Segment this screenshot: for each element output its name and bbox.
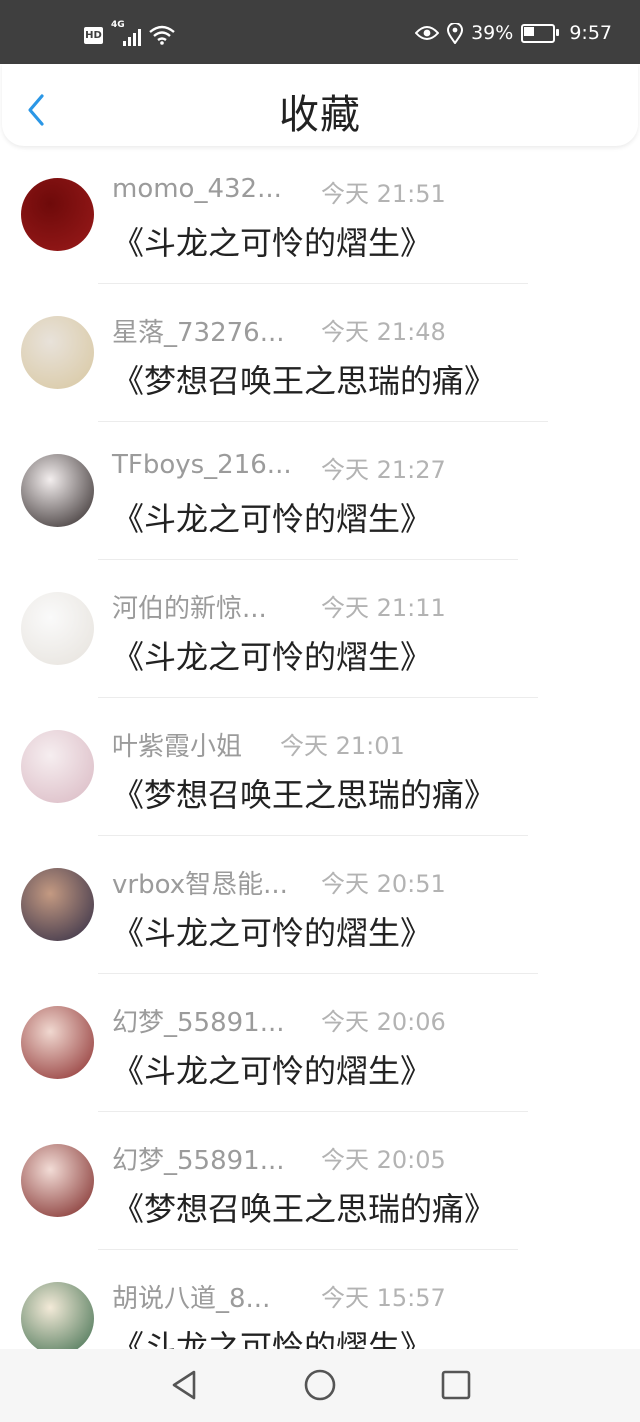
user-name: 胡说八道_8... bbox=[112, 1284, 271, 1314]
timestamp: 今天 21:51 bbox=[321, 180, 446, 208]
system-nav-bar bbox=[0, 1349, 640, 1422]
avatar[interactable] bbox=[21, 1282, 94, 1355]
list-item[interactable]: vrbox智恳能... 今天 20:51 《斗龙之可怜的熠生》 bbox=[0, 836, 640, 974]
avatar[interactable] bbox=[21, 1006, 94, 1079]
list-item[interactable]: 星落_73276... 今天 21:48 《梦想召唤王之思瑞的痛》 bbox=[0, 284, 640, 422]
timestamp: 今天 21:48 bbox=[321, 318, 446, 346]
user-name: 幻梦_55891... bbox=[112, 1146, 285, 1176]
timestamp: 今天 21:27 bbox=[321, 456, 446, 484]
list-item[interactable]: 幻梦_55891... 今天 20:05 《梦想召唤王之思瑞的痛》 bbox=[0, 1112, 640, 1250]
list-item[interactable]: 河伯的新惊... 今天 21:11 《斗龙之可怜的熠生》 bbox=[0, 560, 640, 698]
timestamp: 今天 15:57 bbox=[321, 1284, 446, 1312]
user-name: 幻梦_55891... bbox=[112, 1008, 285, 1038]
status-left: HD 4G bbox=[84, 20, 175, 46]
user-name: 叶紫霞小姐 bbox=[112, 732, 243, 762]
book-title[interactable]: 《斗龙之可怜的熠生》 bbox=[112, 908, 432, 954]
avatar[interactable] bbox=[21, 454, 94, 527]
timestamp: 今天 20:51 bbox=[321, 870, 446, 898]
timestamp: 今天 21:01 bbox=[280, 732, 405, 760]
nav-back-button[interactable] bbox=[166, 1367, 202, 1403]
book-title[interactable]: 《斗龙之可怜的熠生》 bbox=[112, 494, 432, 540]
timestamp: 今天 21:11 bbox=[321, 594, 446, 622]
book-title[interactable]: 《梦想召唤王之思瑞的痛》 bbox=[112, 1184, 496, 1230]
user-name: TFboys_216... bbox=[112, 450, 292, 480]
avatar[interactable] bbox=[21, 592, 94, 665]
nav-recents-button[interactable] bbox=[438, 1367, 474, 1403]
screen: HD 4G 39% 9:57 收藏 momo_432... 今天 21:51 《… bbox=[0, 0, 640, 1422]
hd-badge: HD bbox=[84, 26, 103, 44]
list-item[interactable]: 幻梦_55891... 今天 20:06 《斗龙之可怜的熠生》 bbox=[0, 974, 640, 1112]
book-title[interactable]: 《梦想召唤王之思瑞的痛》 bbox=[112, 770, 496, 816]
status-right: 39% 9:57 bbox=[415, 22, 612, 44]
signal-icon: 4G bbox=[111, 20, 141, 46]
eye-icon bbox=[415, 26, 440, 40]
book-title[interactable]: 《斗龙之可怜的熠生》 bbox=[112, 218, 432, 264]
timestamp: 今天 20:06 bbox=[321, 1008, 446, 1036]
triangle-back-icon bbox=[172, 1370, 196, 1400]
nav-home-button[interactable] bbox=[302, 1367, 338, 1403]
user-name: 星落_73276... bbox=[112, 318, 285, 348]
wifi-icon bbox=[149, 25, 175, 45]
battery-percent: 39% bbox=[471, 22, 514, 44]
user-name: momo_432... bbox=[112, 174, 282, 204]
favorites-list: momo_432... 今天 21:51 《斗龙之可怜的熠生》 星落_73276...… bbox=[0, 146, 640, 1388]
timestamp: 今天 20:05 bbox=[321, 1146, 446, 1174]
avatar[interactable] bbox=[21, 316, 94, 389]
list-item[interactable]: momo_432... 今天 21:51 《斗龙之可怜的熠生》 bbox=[0, 146, 640, 284]
status-bar: HD 4G 39% 9:57 bbox=[0, 0, 640, 64]
avatar[interactable] bbox=[21, 1144, 94, 1217]
location-icon bbox=[447, 22, 464, 44]
page-title: 收藏 bbox=[279, 92, 361, 138]
book-title[interactable]: 《斗龙之可怜的熠生》 bbox=[112, 632, 432, 678]
book-title[interactable]: 《梦想召唤王之思瑞的痛》 bbox=[112, 356, 496, 402]
clock: 9:57 bbox=[569, 22, 612, 44]
list-item[interactable]: 叶紫霞小姐 今天 21:01 《梦想召唤王之思瑞的痛》 bbox=[0, 698, 640, 836]
avatar[interactable] bbox=[21, 178, 94, 251]
user-name: 河伯的新惊... bbox=[112, 594, 267, 624]
list-item[interactable]: TFboys_216... 今天 21:27 《斗龙之可怜的熠生》 bbox=[0, 422, 640, 560]
avatar[interactable] bbox=[21, 730, 94, 803]
circle-home-icon bbox=[304, 1369, 336, 1401]
book-title[interactable]: 《斗龙之可怜的熠生》 bbox=[112, 1046, 432, 1092]
app-header: 收藏 bbox=[2, 64, 638, 146]
battery-icon bbox=[521, 23, 560, 43]
user-name: vrbox智恳能... bbox=[112, 870, 288, 900]
avatar[interactable] bbox=[21, 868, 94, 941]
square-recents-icon bbox=[441, 1370, 471, 1400]
